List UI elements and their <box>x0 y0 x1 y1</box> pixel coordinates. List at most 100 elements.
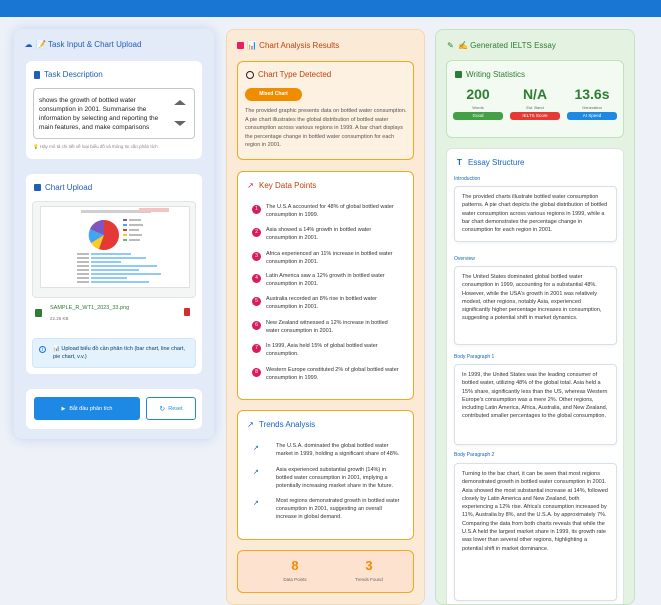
scroll-down-icon[interactable] <box>174 121 186 126</box>
trending-up-icon: ↗ <box>247 181 254 190</box>
writing-statistics-header: Writing Statistics <box>455 70 525 79</box>
top-app-bar <box>0 0 661 17</box>
image-icon <box>34 184 41 191</box>
chart-type-header: Chart Type Detected <box>246 70 331 79</box>
trends-analysis-header: ↗ Trends Analysis <box>246 420 315 429</box>
task-description-hint: 💡 Hãy mô tả chi tiết về loại biểu đồ và … <box>33 144 158 149</box>
data-points-label: Data Points <box>283 577 307 582</box>
chart-thumbnail-image <box>77 208 169 283</box>
task-input-title: 📝 Task Input & Chart Upload <box>36 40 142 49</box>
generation-time-stat: 13.6s Generation AI Speed <box>566 86 618 120</box>
scroll-up-icon[interactable] <box>174 100 186 105</box>
section-text-introduction: The provided charts illustrate bottled w… <box>454 186 617 242</box>
word-count-label: Words <box>472 105 484 110</box>
section-label-overview: Overview <box>454 256 475 262</box>
key-point-number: 2 <box>252 228 261 237</box>
chart-upload-dropzone[interactable] <box>32 201 196 298</box>
key-point-item: 7 In 1999, Asia held 15% of global bottle… <box>252 343 402 358</box>
chart-analysis-header: 📊 Chart Analysis Results <box>237 41 339 50</box>
play-icon: ▶ <box>61 405 66 412</box>
key-data-points-title: Key Data Points <box>259 181 317 190</box>
reset-button[interactable]: ↻ Reset <box>146 397 196 420</box>
data-points-value: 8 <box>291 558 299 573</box>
key-data-points-header: ↗ Key Data Points <box>246 181 316 190</box>
generated-essay-header: ✎ ✍️ Generated IELTS Essay <box>446 41 556 50</box>
data-points-stat: 8 Data Points <box>265 558 325 582</box>
task-input-panel: ☁ 📝 Task Input & Chart Upload Task Descr… <box>14 29 214 439</box>
trend-item: ↗ Most regions demonstrated growth in bot… <box>252 497 402 521</box>
reset-button-label: Reset <box>168 405 183 412</box>
band-score-stat: N/A Est. Band IELTS Score <box>509 86 561 120</box>
key-point-text: Latin America saw a 12% growth in bottle… <box>266 273 385 287</box>
section-label-body-1: Body Paragraph 1 <box>454 354 495 360</box>
section-text-body-2: Turning to the bar chart, it can be seen… <box>454 463 617 601</box>
analysis-icon <box>237 42 244 49</box>
action-buttons-card: ▶ Bắt đầu phân tích ↻ Reset <box>26 389 202 429</box>
chart-upload-header: Chart Upload <box>34 183 92 192</box>
analyze-button-label: Bắt đầu phân tích <box>69 405 113 412</box>
key-point-number: 6 <box>252 321 261 330</box>
info-icon: i <box>39 346 46 353</box>
key-point-text: Africa experienced an 11% increase in bo… <box>266 251 393 265</box>
section-label-body-2: Body Paragraph 2 <box>454 452 495 458</box>
writing-statistics-title: Writing Statistics <box>466 70 525 79</box>
key-point-text: Australia recorded an 8% rise in bottled… <box>266 296 377 310</box>
analyze-button[interactable]: ▶ Bắt đầu phân tích <box>34 397 140 420</box>
generation-time-label: Generation <box>582 105 602 110</box>
trend-icon: ↗ <box>253 469 259 476</box>
key-point-item: 1 The U.S.A accounted for 48% of global b… <box>252 204 402 219</box>
generated-essay-title: ✍️ Generated IELTS Essay <box>458 41 556 50</box>
task-description-title: Task Description <box>44 70 103 79</box>
task-description-input[interactable]: shows the growth of bottled water consum… <box>33 88 195 139</box>
section-text-body-1: In 1999, the United States was the leadi… <box>454 364 617 445</box>
file-image-icon <box>35 309 42 317</box>
chart-type-title: Chart Type Detected <box>258 70 332 79</box>
key-point-text: In 1999, Asia held 15% of global bottled… <box>266 343 378 357</box>
key-point-text: Asia showed a 14% growth in bottled wate… <box>266 227 372 241</box>
key-point-item: 8 Western Europe constituted 2% of global… <box>252 367 402 382</box>
key-point-number: 3 <box>252 252 261 261</box>
word-count-value: 200 <box>466 86 490 102</box>
key-data-points-card: ↗ Key Data Points 1 The U.S.A accounted f… <box>237 171 414 400</box>
trends-found-stat: 3 Trends Found <box>339 558 399 582</box>
uploaded-file-row: SAMPLE_R_WT1_2023_33.png 22.26 KB <box>32 301 196 327</box>
trends-found-label: Trends Found <box>355 577 383 582</box>
key-point-text: Western Europe constituted 2% of global … <box>266 367 399 381</box>
circle-icon <box>246 70 254 79</box>
trend-icon: ↗ <box>253 445 259 452</box>
upload-info-alert: i 📊 Upload biểu đồ cần phân tích (bar ch… <box>32 338 196 368</box>
trend-item: ↗ The U.S.A. dominated the global bottled… <box>252 442 402 458</box>
chart-type-card: Chart Type Detected Mixed Chart The prov… <box>237 61 414 160</box>
word-count-badge: Good <box>453 112 503 120</box>
band-score-badge: IELTS Score <box>510 112 560 120</box>
band-score-label: Est. Band <box>526 105 544 110</box>
task-description-text: shows the growth of bottled water consum… <box>39 97 159 131</box>
delete-file-icon[interactable] <box>184 308 190 316</box>
key-point-item: 2 Asia showed a 14% growth in bottled wat… <box>252 227 402 242</box>
band-score-value: N/A <box>522 86 548 102</box>
task-input-header: ☁ 📝 Task Input & Chart Upload <box>24 40 142 49</box>
section-label-introduction: Introduction <box>454 176 481 182</box>
stats-icon <box>455 71 462 78</box>
chart-upload-card: Chart Upload SAMPLE_R_WT1_2023_33.png 22… <box>26 174 202 374</box>
trend-text: Asia experienced substantial growth (14%… <box>276 467 394 489</box>
key-point-item: 5 Australia recorded an 8% rise in bottle… <box>252 296 402 311</box>
key-point-text: New Zealand witnessed a 12% increase in … <box>266 320 388 334</box>
key-point-item: 6 New Zealand witnessed a 12% increase in… <box>252 320 402 335</box>
trend-chart-icon: ↗ <box>247 420 254 429</box>
uploaded-file-size: 22.26 KB <box>50 316 69 321</box>
chart-thumbnail <box>40 206 190 288</box>
essay-structure-header: T Essay Structure <box>455 158 524 167</box>
trend-text: Most regions demonstrated growth in bott… <box>276 498 400 520</box>
analysis-stats-card: 8 Data Points 3 Trends Found <box>237 550 414 593</box>
refresh-icon: ↻ <box>159 405 166 413</box>
document-icon <box>34 70 40 79</box>
text-format-icon: T <box>457 158 462 167</box>
key-point-number: 5 <box>252 297 261 306</box>
trend-icon: ↗ <box>253 500 259 507</box>
generated-essay-panel: ✎ ✍️ Generated IELTS Essay Writing Stati… <box>435 29 635 605</box>
trends-found-value: 3 <box>365 558 373 573</box>
key-point-number: 1 <box>252 205 261 214</box>
uploaded-file-name: SAMPLE_R_WT1_2023_33.png <box>50 305 130 311</box>
essay-structure-card: T Essay Structure Introduction The provi… <box>446 148 624 604</box>
